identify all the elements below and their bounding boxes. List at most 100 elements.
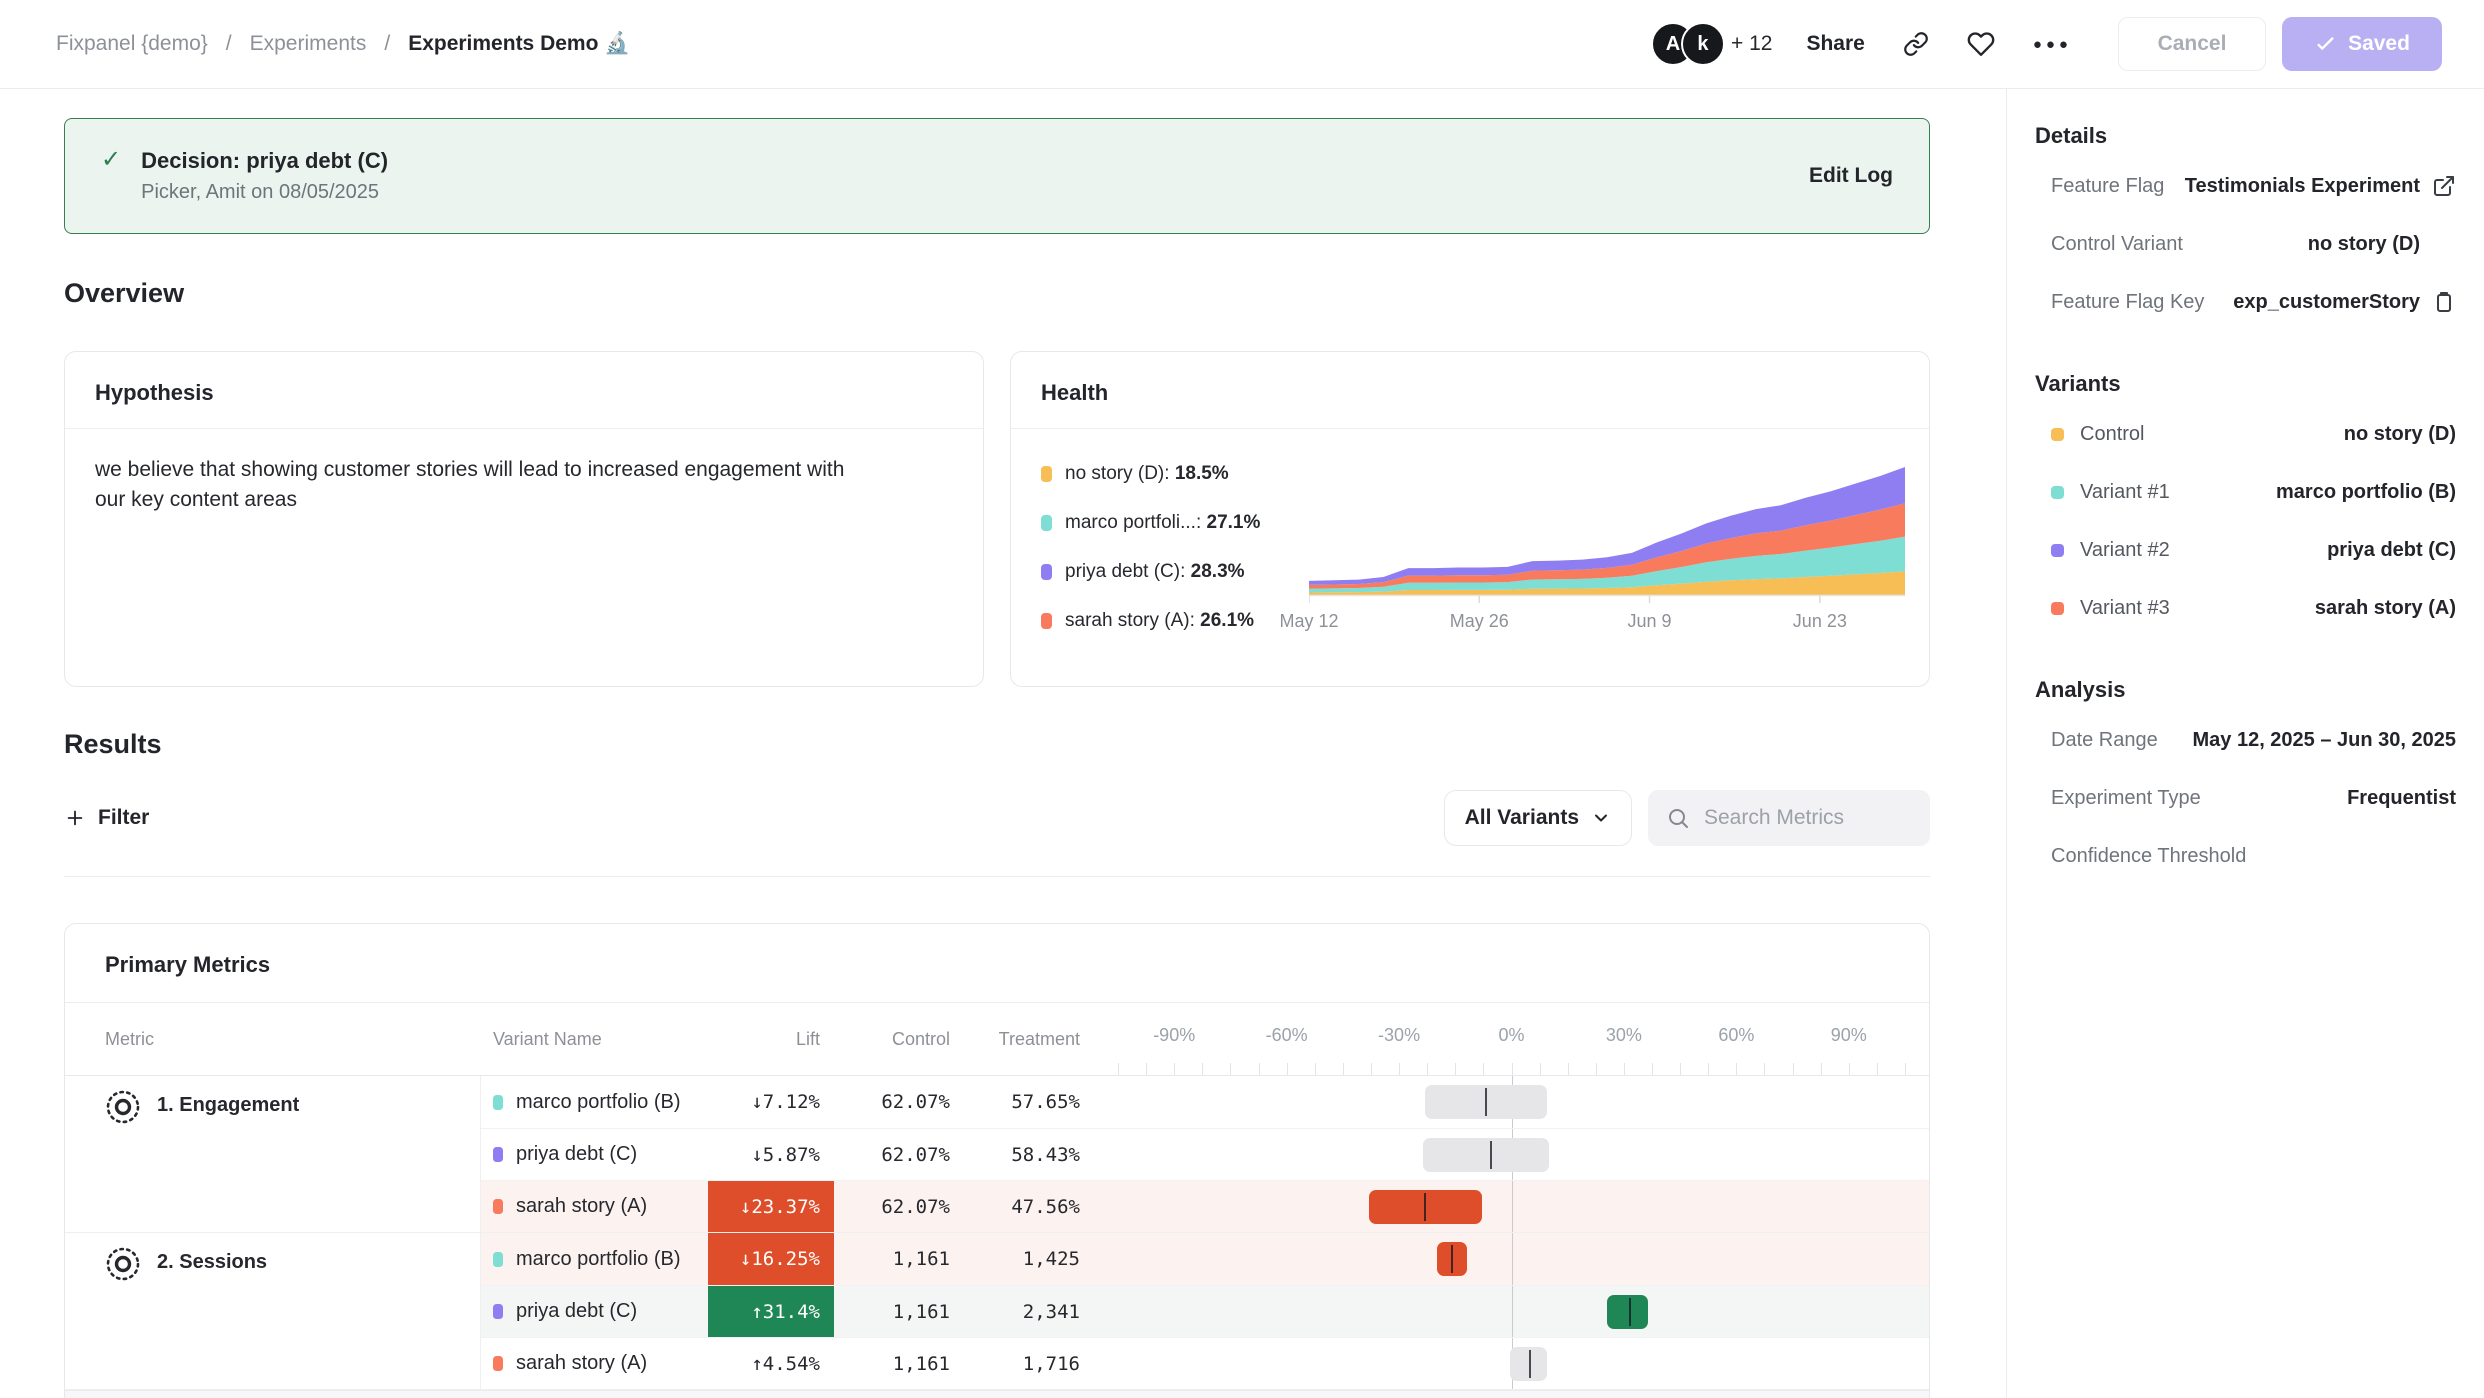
avatar[interactable]: k <box>1681 22 1725 66</box>
lift-axis: -90%-60%-30%0%30%60%90% <box>1118 1003 1905 1075</box>
external-link-icon[interactable] <box>2432 174 2456 198</box>
decision-banner: ✓ Decision: priya debt (C) Picker, Amit … <box>64 118 1930 234</box>
chevron-down-icon <box>1591 808 1611 828</box>
confidence-interval-plot <box>1118 1076 1905 1128</box>
variant-swatch <box>493 1304 503 1319</box>
feature-flag-link[interactable]: Testimonials Experiment <box>2185 175 2420 198</box>
metric-group: 1. Engagement marco portfolio (B) ↓7.12%… <box>65 1076 1929 1233</box>
confidence-interval-plot <box>1118 1338 1905 1389</box>
lift-value: ↑31.4% <box>708 1286 834 1337</box>
axis-tick-label: -60% <box>1266 1025 1308 1046</box>
control-value: 62.07% <box>834 1129 964 1180</box>
axis-tick-label: -30% <box>1378 1025 1420 1046</box>
lift-value: ↓16.25% <box>708 1233 834 1285</box>
search-icon <box>1666 806 1690 830</box>
health-stacked-area-chart: May 12May 26Jun 9Jun 23 <box>1309 465 1905 633</box>
search-metrics-box[interactable] <box>1648 790 1930 846</box>
mean-tick <box>1485 1088 1487 1116</box>
copy-link-icon[interactable] <box>1903 31 1929 57</box>
check-icon <box>2314 33 2336 55</box>
analysis-row-experiment-type: Experiment Type Frequentist <box>2033 769 2456 827</box>
mean-tick <box>1629 1298 1631 1326</box>
control-value: 1,161 <box>834 1286 964 1337</box>
analysis-row-date-range: Date Range May 12, 2025 – Jun 30, 2025 <box>2033 711 2456 769</box>
share-button[interactable]: Share <box>1806 32 1864 56</box>
details-sidebar: Details Feature Flag Testimonials Experi… <box>2006 89 2484 1398</box>
saved-button[interactable]: Saved <box>2282 17 2442 71</box>
legend-swatch <box>1041 515 1052 531</box>
confidence-interval-plot <box>1118 1286 1905 1337</box>
variant-row: Variant #1 marco portfolio (B) <box>2033 463 2456 521</box>
legend-swatch <box>1041 466 1052 482</box>
treatment-value: 2,341 <box>964 1286 1094 1337</box>
table-row[interactable]: marco portfolio (B) ↓16.25% 1,161 1,425 <box>481 1233 1929 1285</box>
table-row[interactable]: marco portfolio (B) ↓7.12% 62.07% 57.65% <box>481 1076 1929 1128</box>
detail-row-control-variant: Control Variant no story (D) <box>2033 215 2456 273</box>
mean-tick <box>1451 1245 1453 1273</box>
confidence-interval-plot <box>1118 1233 1905 1285</box>
analysis-row-confidence-threshold: Confidence Threshold <box>2033 827 2456 885</box>
check-icon: ✓ <box>101 145 121 174</box>
legend-item: no story (D): 18.5% <box>1041 463 1309 485</box>
detail-row-feature-flag: Feature Flag Testimonials Experiment <box>2033 157 2456 215</box>
mean-tick <box>1529 1350 1531 1378</box>
legend-swatch <box>1041 564 1052 580</box>
metric-cell: 1. Engagement <box>65 1076 481 1232</box>
treatment-value: 57.65% <box>964 1076 1094 1128</box>
details-heading: Details <box>2033 123 2456 149</box>
breadcrumb-project[interactable]: Fixpanel {demo} <box>56 32 208 56</box>
variant-swatch <box>2051 602 2064 615</box>
variants-dropdown[interactable]: All Variants <box>1444 790 1632 846</box>
table-row[interactable]: sarah story (A) ↓23.37% 62.07% 47.56% <box>481 1180 1929 1232</box>
favorite-heart-icon[interactable] <box>1967 30 1995 58</box>
table-row[interactable]: sarah story (A) ↑4.54% 1,161 1,716 <box>481 1337 1929 1389</box>
confidence-interval-plot <box>1118 1129 1905 1180</box>
control-value: 1,161 <box>834 1233 964 1285</box>
variant-swatch <box>493 1199 503 1214</box>
legend-item: marco portfoli...: 27.1% <box>1041 512 1309 534</box>
variant-swatch <box>493 1095 503 1110</box>
axis-tick-label: 30% <box>1606 1025 1642 1046</box>
variant-swatch <box>493 1252 503 1267</box>
decision-title: Decision: priya debt (C) <box>141 148 388 174</box>
treatment-value: 1,716 <box>964 1338 1094 1389</box>
more-options-icon[interactable]: ●●● <box>2033 36 2072 53</box>
legend-swatch <box>1041 613 1052 629</box>
main-panel: ✓ Decision: priya debt (C) Picker, Amit … <box>0 89 2006 1398</box>
lift-value: ↓5.87% <box>708 1129 834 1180</box>
table-row[interactable]: priya debt (C) ↑31.4% 1,161 2,341 <box>481 1285 1929 1337</box>
axis-tick-label: -90% <box>1153 1025 1195 1046</box>
search-metrics-input[interactable] <box>1704 806 1904 830</box>
confidence-interval-plot <box>1118 1181 1905 1232</box>
variant-swatch <box>493 1356 503 1371</box>
avatar-overflow-count[interactable]: + 12 <box>1731 32 1772 56</box>
lift-value: ↓7.12% <box>708 1076 834 1128</box>
lift-value: ↓23.37% <box>708 1181 834 1232</box>
breadcrumb-experiments[interactable]: Experiments <box>250 32 367 56</box>
metric-group: 2. Sessions marco portfolio (B) ↓16.25% … <box>65 1233 1929 1390</box>
metric-cell: 2. Sessions <box>65 1233 481 1389</box>
add-metric-button[interactable]: Add <box>65 1390 1929 1398</box>
variant-swatch <box>493 1147 503 1162</box>
clipboard-copy-icon[interactable] <box>2432 290 2456 314</box>
health-legend: no story (D): 18.5% marco portfoli...: 2… <box>1041 429 1309 633</box>
lift-value: ↑4.54% <box>708 1338 834 1389</box>
edit-log-button[interactable]: Edit Log <box>1809 164 1893 188</box>
cancel-button[interactable]: Cancel <box>2118 17 2266 71</box>
metric-name: 2. Sessions <box>157 1251 267 1274</box>
table-row[interactable]: priya debt (C) ↓5.87% 62.07% 58.43% <box>481 1128 1929 1180</box>
health-x-axis: May 12May 26Jun 9Jun 23 <box>1309 603 1905 633</box>
add-filter-button[interactable]: Filter <box>64 806 149 830</box>
avatar-stack[interactable]: A k <box>1651 22 1725 66</box>
results-heading: Results <box>64 729 1930 760</box>
health-title: Health <box>1011 352 1929 429</box>
variant-swatch <box>2051 486 2064 499</box>
decision-subtitle: Picker, Amit on 08/05/2025 <box>141 181 388 204</box>
hypothesis-card: Hypothesis we believe that showing custo… <box>64 351 984 687</box>
primary-metrics-card: Primary Metrics Metric Variant Name Lift… <box>64 923 1930 1398</box>
breadcrumb-current: Experiments Demo 🔬 <box>408 32 630 56</box>
axis-tick-label: 0% <box>1498 1025 1524 1046</box>
variant-row: Variant #3 sarah story (A) <box>2033 579 2456 637</box>
mean-tick <box>1490 1141 1492 1169</box>
metric-target-icon <box>105 1246 141 1282</box>
